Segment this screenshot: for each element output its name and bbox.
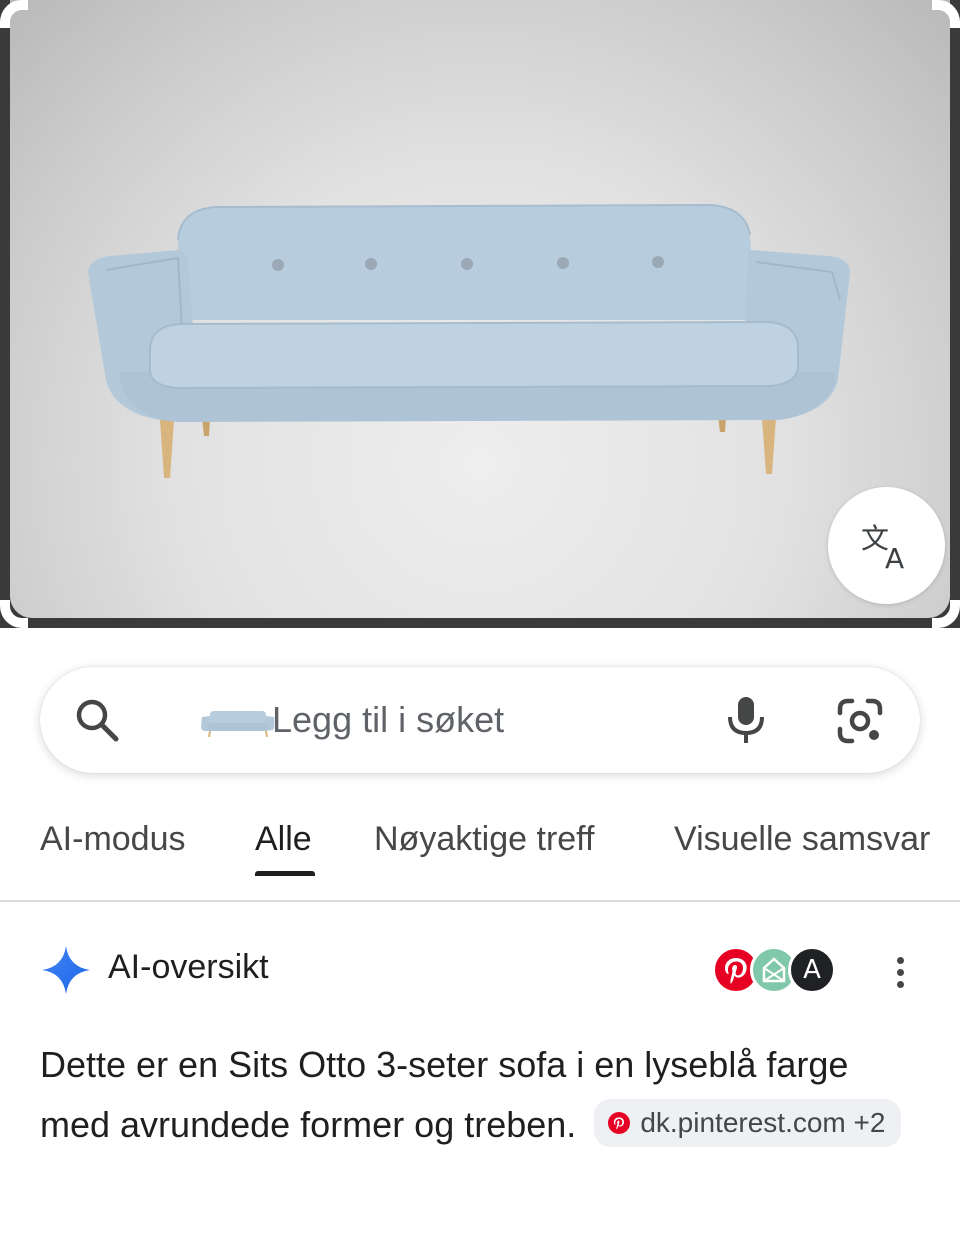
source-chip[interactable]: dk.pinterest.com +2 <box>594 1099 902 1148</box>
sofa-thumbnail <box>196 699 282 743</box>
more-options-button[interactable] <box>882 948 918 996</box>
search-bar[interactable] <box>40 667 920 773</box>
source-chip-label: dk.pinterest.com +2 <box>640 1107 886 1139</box>
svg-text:A: A <box>885 542 904 574</box>
pinterest-chip-icon <box>608 1112 631 1135</box>
tab-ai-mode[interactable]: AI-modus <box>40 820 186 859</box>
ai-sparkle-icon <box>42 946 90 994</box>
a-source-icon: A <box>788 946 836 994</box>
search-icon[interactable] <box>72 695 122 745</box>
ai-overview-title: AI-oversikt <box>108 948 269 986</box>
search-image[interactable]: 文 A <box>10 0 950 618</box>
translate-icon: 文 A <box>861 522 904 574</box>
lens-camera-icon[interactable] <box>836 697 884 745</box>
crop-handle-top-left[interactable] <box>0 0 28 28</box>
sofa-image <box>88 203 850 478</box>
tab-exact-matches[interactable]: Nøyaktige treff <box>374 820 594 859</box>
search-input[interactable] <box>272 695 692 745</box>
crop-handle-bottom-right[interactable] <box>932 600 960 628</box>
crop-handle-bottom-left[interactable] <box>0 600 28 628</box>
image-crop-frame: 文 A <box>0 0 960 628</box>
tab-visual-matches[interactable]: Visuelle samsvar <box>674 820 930 859</box>
mic-icon[interactable] <box>724 695 768 745</box>
ai-overview-text: Dette er en Sits Otto 3-seter sofa i en … <box>40 1035 920 1155</box>
source-avatars[interactable]: A <box>712 946 836 996</box>
search-tabs: AI-modus Alle Nøyaktige treff Visuelle s… <box>0 800 960 902</box>
tab-all[interactable]: Alle <box>255 820 312 859</box>
crop-handle-top-right[interactable] <box>932 0 960 28</box>
ai-overview-header: AI-oversikt A <box>40 940 940 1000</box>
active-tab-indicator <box>255 871 315 876</box>
translate-button[interactable]: 文 A <box>828 487 945 604</box>
